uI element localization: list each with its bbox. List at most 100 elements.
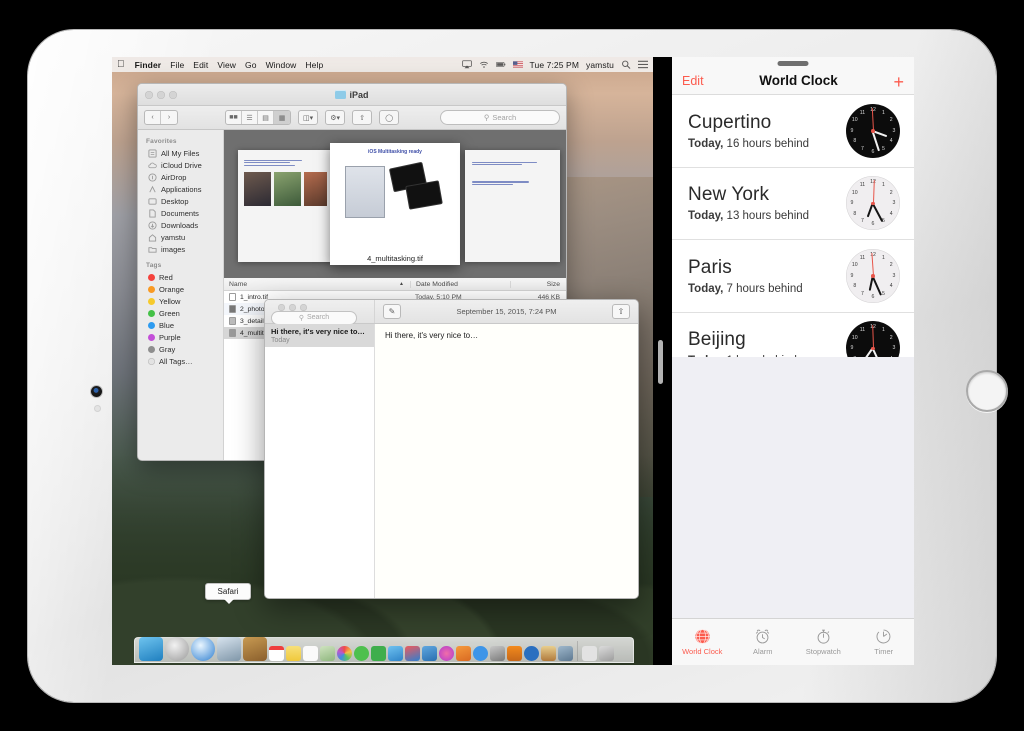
- dock-icon-keynote[interactable]: [422, 646, 437, 661]
- edit-button[interactable]: Edit: [682, 74, 704, 88]
- dock-icon-messages[interactable]: [354, 646, 369, 661]
- dock-icon-ibooks[interactable]: [456, 646, 471, 661]
- airplay-icon[interactable]: [461, 60, 472, 69]
- icon-view-button[interactable]: ■■: [226, 111, 242, 124]
- sidebar-tag-purple[interactable]: Purple: [138, 331, 223, 343]
- column-header-size[interactable]: Size: [510, 280, 566, 288]
- zoom-button[interactable]: [300, 304, 307, 311]
- action-button[interactable]: ⚙▾: [325, 110, 346, 125]
- tab-timer[interactable]: Timer: [854, 628, 915, 656]
- dock-icon-paint[interactable]: [541, 646, 556, 661]
- list-item[interactable]: Beijing Today, 1 hour behind 12345678910…: [672, 312, 914, 357]
- notes-list[interactable]: Hi there, it's very nice to… Today: [265, 324, 375, 598]
- dock-icon-launchpad[interactable]: [165, 637, 189, 661]
- sidebar-tag-yellow[interactable]: Yellow: [138, 295, 223, 307]
- view-mode-group[interactable]: ■■ ☰ ▤ ▦: [225, 110, 291, 125]
- tags-button[interactable]: ◯: [379, 110, 400, 125]
- dock-icon-trash[interactable]: [599, 646, 614, 661]
- column-header-name[interactable]: Name ▲: [224, 281, 410, 288]
- menu-item-window[interactable]: Window: [266, 60, 297, 70]
- menu-item-go[interactable]: Go: [245, 60, 257, 70]
- coverflow-view-button[interactable]: ▦: [274, 111, 290, 124]
- menu-item-finder[interactable]: Finder: [135, 60, 162, 70]
- dock-icon-mail[interactable]: [388, 646, 403, 661]
- search-icon[interactable]: [621, 60, 631, 69]
- dock-icon-onepassword[interactable]: [524, 646, 539, 661]
- share-button[interactable]: ⇧: [352, 110, 373, 125]
- dock-icon-preview[interactable]: [490, 646, 505, 661]
- menubar-clock[interactable]: Tue 7:25 PM: [530, 60, 579, 70]
- sidebar-tag-red[interactable]: Red: [138, 271, 223, 283]
- dock-icon-reminders[interactable]: [303, 646, 318, 661]
- sidebar-tag-orange[interactable]: Orange: [138, 283, 223, 295]
- dock-icon-itunes[interactable]: [439, 646, 454, 661]
- menu-bar[interactable]:  Finder File Edit View Go Window Help: [112, 57, 653, 72]
- dock-icon-app-store[interactable]: [473, 646, 488, 661]
- notes-window-controls[interactable]: [271, 304, 307, 311]
- menu-item-help[interactable]: Help: [305, 60, 323, 70]
- sidebar-item-documents[interactable]: Documents: [138, 207, 223, 219]
- dock-icon-safari[interactable]: [191, 637, 215, 661]
- finder-sidebar[interactable]: Favorites All My Files iCloud Drive AirD…: [138, 130, 224, 460]
- forward-button[interactable]: ›: [161, 111, 177, 124]
- tab-alarm[interactable]: Alarm: [733, 628, 794, 656]
- note-content[interactable]: Hi there, it's very nice to…: [375, 324, 638, 598]
- list-item[interactable]: New York Today, 13 hours behind 12345678…: [672, 167, 914, 240]
- sidebar-item-all-my-files[interactable]: All My Files: [138, 147, 223, 159]
- file-list-header[interactable]: Name ▲ Date Modified Size: [224, 278, 566, 291]
- preview-thumb-right[interactable]: [465, 150, 560, 262]
- flag-icon[interactable]: [512, 60, 523, 69]
- menu-item-view[interactable]: View: [217, 60, 236, 70]
- minimize-button[interactable]: [289, 304, 296, 311]
- preview-thumb-center[interactable]: iOS Multitasking ready 4_multitasking.ti…: [330, 143, 460, 265]
- sidebar-tag-green[interactable]: Green: [138, 307, 223, 319]
- dock-icon-vlc[interactable]: [507, 646, 522, 661]
- dock-icon-numbers[interactable]: [405, 646, 420, 661]
- close-button[interactable]: [278, 304, 285, 311]
- menubar-username[interactable]: yamstu: [586, 60, 614, 70]
- finder-titlebar[interactable]: iPad: [138, 84, 566, 106]
- world-clock-list[interactable]: Cupertino Today, 16 hours behind 1234567…: [672, 95, 914, 357]
- tab-bar[interactable]: World Clock Alarm Stopwatch Timer: [672, 618, 914, 665]
- dock-icon-airdrop[interactable]: [582, 646, 597, 661]
- sidebar-tag-all-tags[interactable]: All Tags…: [138, 355, 223, 367]
- dock-icon-finder[interactable]: [139, 637, 163, 661]
- dock-icon-calendar[interactable]: [269, 646, 284, 661]
- tab-world-clock[interactable]: World Clock: [672, 628, 733, 656]
- split-view-divider[interactable]: [653, 57, 672, 665]
- sidebar-item-applications[interactable]: Applications: [138, 183, 223, 195]
- dock-icon-photos[interactable]: [217, 637, 241, 661]
- column-header-date[interactable]: Date Modified: [410, 280, 510, 288]
- notification-center-icon[interactable]: [638, 60, 648, 69]
- notes-window[interactable]: ⚲ Search ✎ September 15, 2015, 7:24 PM ⇧…: [264, 299, 639, 599]
- dock-icon-photos-app[interactable]: [337, 646, 352, 661]
- dock-icon-scanner[interactable]: [558, 646, 573, 661]
- nav-buttons[interactable]: ‹ ›: [144, 110, 178, 125]
- sidebar-tag-gray[interactable]: Gray: [138, 343, 223, 355]
- notes-toolbar[interactable]: ⚲ Search ✎ September 15, 2015, 7:24 PM ⇧: [265, 300, 638, 325]
- sidebar-item-icloud-drive[interactable]: iCloud Drive: [138, 159, 223, 171]
- list-item[interactable]: Paris Today, 7 hours behind 1 2 3 4 5 6 7 8 9 10 1…: [672, 240, 914, 313]
- add-city-button[interactable]: +: [893, 73, 904, 91]
- column-view-button[interactable]: ▤: [258, 111, 274, 124]
- sidebar-item-images[interactable]: images: [138, 243, 223, 255]
- finder-toolbar[interactable]: ‹ › ■■ ☰ ▤ ▦ ◫▾ ⚙▾ ⇧ ◯ ⚲ Search: [138, 106, 566, 130]
- share-icon[interactable]: ⇧: [612, 304, 630, 319]
- coverflow-preview[interactable]: iOS Multitasking ready 4_multitasking.ti…: [224, 130, 566, 278]
- sidebar-item-downloads[interactable]: Downloads: [138, 219, 223, 231]
- dock-icon-notes[interactable]: [286, 646, 301, 661]
- list-item[interactable]: Cupertino Today, 16 hours behind 12 3 4567…: [672, 95, 914, 168]
- sidebar-item-desktop[interactable]: Desktop: [138, 195, 223, 207]
- split-view-drag-handle[interactable]: [658, 340, 663, 384]
- sidebar-item-yamstu[interactable]: yamstu: [138, 231, 223, 243]
- dock-icon-maps[interactable]: [320, 646, 335, 661]
- back-button[interactable]: ‹: [145, 111, 161, 124]
- finder-search-field[interactable]: ⚲ Search: [440, 110, 560, 125]
- dock[interactable]: [134, 637, 634, 663]
- compose-icon[interactable]: ✎: [383, 304, 401, 319]
- dock-icon-contacts[interactable]: [243, 637, 267, 661]
- list-view-button[interactable]: ☰: [242, 111, 258, 124]
- arrange-button[interactable]: ◫▾: [298, 110, 319, 125]
- apple-menu-icon[interactable]: : [117, 59, 125, 70]
- list-item[interactable]: Hi there, it's very nice to… Today: [265, 324, 374, 347]
